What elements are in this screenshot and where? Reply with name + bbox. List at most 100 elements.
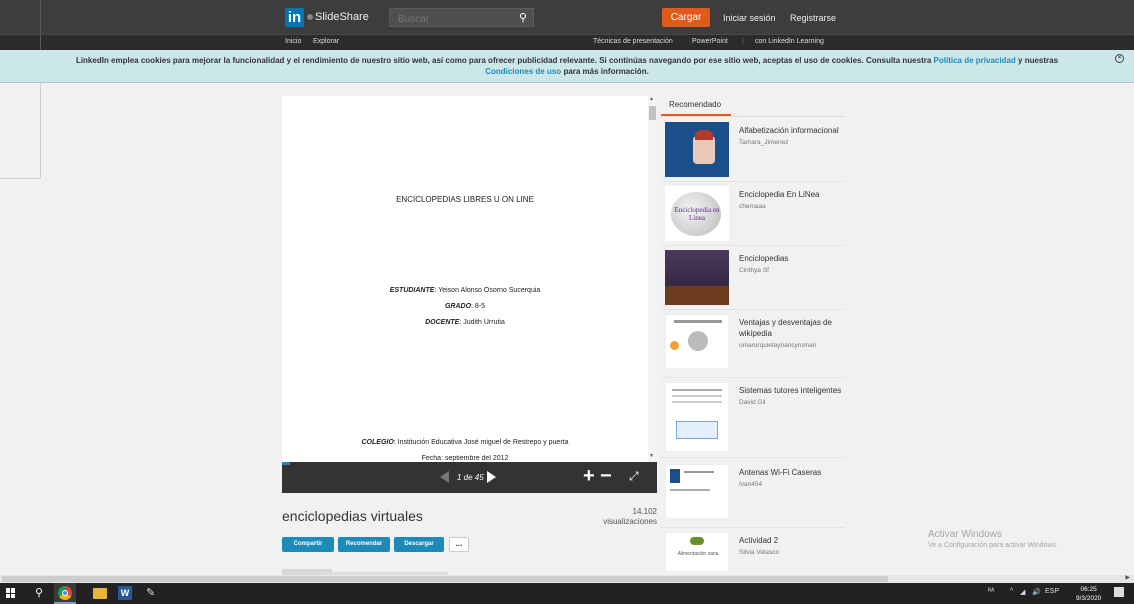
scroll-right-icon[interactable]: ▶: [1125, 574, 1130, 581]
recommended-title: Ventajas y desventajas de wikipedia omaru…: [739, 317, 845, 351]
windows-taskbar: ⚲ W ✎ ᴿᴬ ^ ◢ 🔊 ESP 06:25 9/3/2020: [0, 583, 1134, 604]
recommended-item[interactable]: Sistemas tutores inteligentes David Gil: [661, 378, 845, 458]
network-icon[interactable]: ◢: [1020, 588, 1025, 596]
login-link[interactable]: Iniciar sesión: [723, 13, 776, 23]
teacher-value: : Judith Urrutia: [459, 319, 505, 326]
school-value: : Institución Educativa José miguel de R…: [393, 439, 569, 446]
notifications-icon[interactable]: [1114, 587, 1124, 597]
header-left-column: [0, 0, 41, 34]
cookie-text: LinkedIn emplea cookies para mejorar la …: [75, 56, 932, 65]
fullscreen-icon[interactable]: ⤢: [629, 469, 639, 484]
date-line: Fecha: septiembre del 2012: [421, 455, 509, 462]
recommended-thumbnail: [665, 382, 729, 452]
recommended-author: Ivan454: [739, 481, 763, 488]
nav-linkedin-learning[interactable]: con LinkedIn Learning: [755, 38, 824, 45]
previous-page-icon[interactable]: [440, 471, 449, 483]
clock-date: 9/3/2020: [1076, 595, 1102, 602]
recommended-item-title: Enciclopedia En LiNea: [739, 190, 820, 199]
thumb-wiki-text: Enciclopedia en Línea: [674, 206, 720, 222]
recommended-author: David Gil: [739, 399, 766, 406]
document-scrollbar[interactable]: ▲ ▼: [648, 96, 657, 462]
recommended-item[interactable]: Antenas Wi-Fi Caseras Ivan454: [661, 460, 845, 528]
chevron-up-icon[interactable]: ^: [1010, 588, 1013, 595]
close-cookie-icon[interactable]: ×: [1115, 54, 1124, 63]
search-box[interactable]: ⚲: [389, 8, 534, 28]
tab-recommended[interactable]: Recomendado: [661, 96, 731, 116]
recommended-item[interactable]: Alfabetización informacional Tamara_Jimen…: [661, 118, 845, 182]
cookie-suffix: para más información.: [563, 67, 649, 76]
recommended-thumbnail: Alimentación sana: [665, 532, 729, 572]
recommended-title: Actividad 2 Silvia Velasco: [739, 535, 845, 558]
zoom-in-icon[interactable]: +: [583, 465, 595, 488]
clock[interactable]: 06:25 9/3/2020: [1076, 585, 1101, 603]
paint-icon[interactable]: ✎: [146, 586, 160, 600]
nav-home[interactable]: Inicio: [285, 38, 301, 45]
recommended-item[interactable]: Alimentación sana Actividad 2 Silvia Vela…: [661, 528, 845, 574]
zoom-out-icon[interactable]: −: [600, 465, 612, 488]
privacy-policy-link[interactable]: Política de privacidad: [934, 56, 1016, 65]
upload-button[interactable]: Cargar: [662, 8, 710, 27]
recommended-item[interactable]: Enciclopedias Cinthya Sf: [661, 246, 845, 310]
register-link[interactable]: Registrarse: [790, 13, 836, 23]
school-label: COLEGIO: [361, 439, 394, 446]
nav-separator: |: [742, 38, 744, 45]
recommended-thumbnail: [665, 250, 729, 305]
horizontal-scroll-thumb[interactable]: [2, 576, 888, 582]
nav-powerpoint[interactable]: PowerPoint: [692, 38, 728, 45]
activate-windows-subtitle: Ve a Configuración para activar Windows.: [928, 542, 1058, 549]
recommend-button[interactable]: Recomendar: [338, 537, 390, 552]
school-line: COLEGIO: Institución Educativa José migu…: [282, 439, 648, 446]
word-icon[interactable]: W: [118, 586, 132, 600]
page-indicator: 1 de 45: [457, 473, 484, 482]
recommended-thumbnail: [665, 464, 729, 519]
activate-windows-title: Activar Windows: [928, 529, 1002, 540]
language-indicator[interactable]: ESP: [1045, 588, 1059, 595]
next-page-icon[interactable]: [487, 471, 496, 483]
student-label: ESTUDIANTE: [389, 287, 435, 294]
student-line: ESTUDIANTE: Yeison Alonso Osorno Sucerqu…: [282, 287, 648, 294]
recommended-title: Antenas Wi-Fi Caseras Ivan454: [739, 467, 845, 490]
recommended-author: omarurquietaynancyroman: [739, 342, 817, 349]
grade-label: GRADO: [444, 303, 472, 310]
search-taskbar-icon[interactable]: ⚲: [35, 586, 49, 600]
people-tray-icon[interactable]: ᴿᴬ: [988, 588, 994, 595]
volume-icon[interactable]: 🔊: [1032, 588, 1041, 596]
teacher-line: DOCENTE: Judith Urrutia: [282, 319, 648, 326]
windows-start-icon[interactable]: [6, 588, 16, 598]
subnav-left-column: [0, 35, 41, 51]
search-input[interactable]: [390, 11, 510, 28]
teacher-label: DOCENTE: [425, 319, 460, 326]
more-button[interactable]: ...: [449, 537, 469, 552]
tab-divider: [661, 116, 845, 117]
nav-explore[interactable]: Explorar: [313, 38, 339, 45]
sub-navigation: Inicio Explorar Técnicas de presentación…: [0, 34, 1134, 51]
download-button[interactable]: Descargar: [394, 537, 444, 552]
slideshare-brand[interactable]: SlideShare: [315, 11, 369, 23]
grade-value: : 8-5: [471, 303, 486, 310]
recommended-author: chemaaa: [739, 203, 766, 210]
recommended-thumbnail: [665, 314, 729, 369]
chrome-active-tab[interactable]: [54, 583, 76, 604]
nav-presentation-techniques[interactable]: Técnicas de presentación: [593, 38, 673, 45]
share-button[interactable]: Compartir: [282, 537, 334, 552]
slideshare-dot-icon: [307, 14, 313, 20]
scroll-up-icon[interactable]: ▲: [649, 96, 654, 102]
document-scroll-thumb[interactable]: [649, 106, 656, 120]
linkedin-logo[interactable]: in: [285, 8, 304, 27]
recommended-author: Cinthya Sf: [739, 267, 769, 274]
grade-line: GRADO: 8-5: [282, 303, 648, 310]
terms-link[interactable]: Condiciones de uso: [485, 67, 561, 76]
recommended-item[interactable]: Enciclopedia en Línea Enciclopedia En Li…: [661, 182, 845, 246]
viewer-progress-bar: [282, 462, 291, 465]
cookie-and: y nuestras: [1018, 56, 1059, 65]
recommended-item[interactable]: Ventajas y desventajas de wikipedia omaru…: [661, 310, 845, 378]
search-icon[interactable]: ⚲: [519, 11, 527, 24]
file-explorer-icon[interactable]: [93, 588, 107, 599]
scroll-down-icon[interactable]: ▼: [649, 453, 654, 459]
document-page[interactable]: ENCICLOPEDIAS LIBRES U ON LINE ESTUDIANT…: [282, 96, 648, 462]
recommended-panel: Recomendado Alfabetización informacional…: [661, 96, 845, 574]
recommended-title: Alfabetización informacional Tamara_Jimen…: [739, 125, 845, 148]
page-horizontal-scrollbar[interactable]: ▶: [0, 575, 1134, 583]
recommended-item-title: Enciclopedias: [739, 254, 789, 263]
cookie-banner: LinkedIn emplea cookies para mejorar la …: [0, 50, 1134, 83]
